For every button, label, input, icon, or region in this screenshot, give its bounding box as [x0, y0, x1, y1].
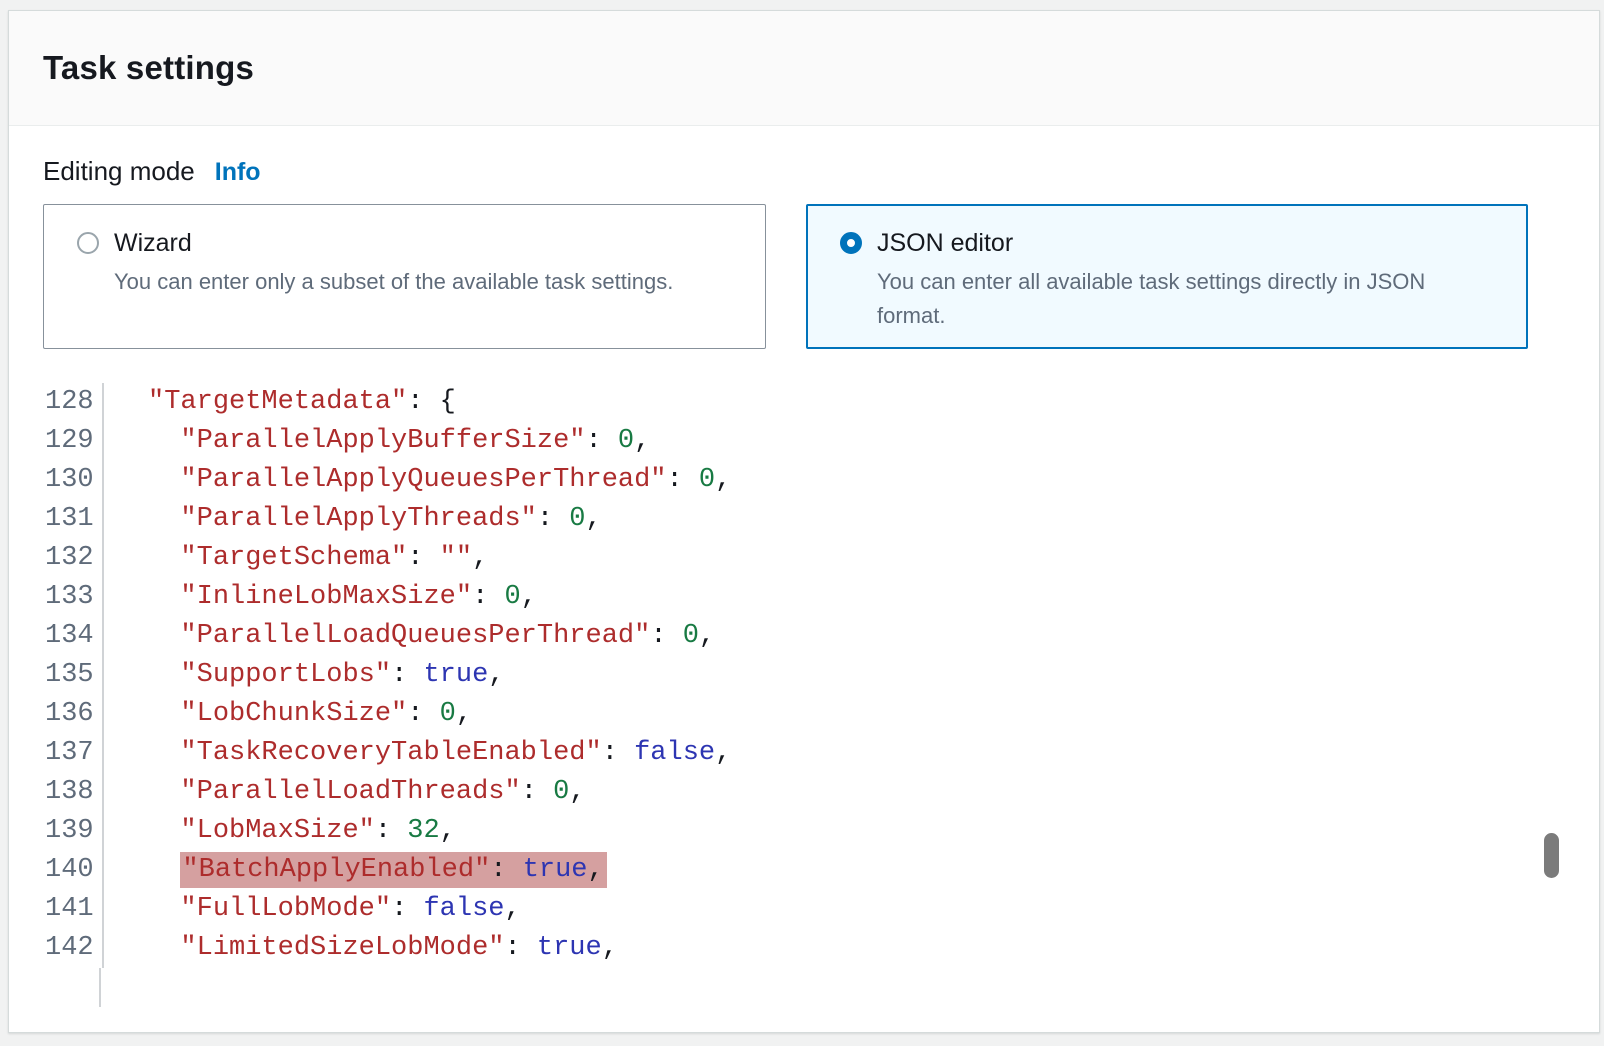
code-content: "InlineLobMaxSize": 0, [104, 578, 537, 617]
code-line[interactable]: 142 "LimitedSizeLobMode": true, [45, 929, 1599, 968]
wizard-radio[interactable] [77, 232, 99, 254]
code-content: "SupportLobs": true, [104, 656, 505, 695]
task-settings-panel: Task settings Editing mode Info Wizard Y… [8, 10, 1600, 1033]
code-line[interactable]: 131 "ParallelApplyThreads": 0, [45, 500, 1599, 539]
code-content [101, 968, 113, 1007]
code-content: "ParallelLoadThreads": 0, [104, 773, 586, 812]
code-content: "LobChunkSize": 0, [104, 695, 472, 734]
code-line[interactable]: 136 "LobChunkSize": 0, [45, 695, 1599, 734]
code-content: "FullLobMode": false, [104, 890, 521, 929]
code-content: "TaskRecoveryTableEnabled": false, [104, 734, 732, 773]
json-editor-label: JSON editor [877, 229, 1477, 258]
line-number: 140 [45, 851, 104, 890]
code-line[interactable]: 133 "InlineLobMaxSize": 0, [45, 578, 1599, 617]
line-number: 135 [45, 656, 104, 695]
code-content: "BatchApplyEnabled": true, [104, 851, 607, 890]
code-content: "ParallelApplyQueuesPerThread": 0, [104, 461, 732, 500]
line-number: 131 [45, 500, 104, 539]
tile-json-editor[interactable]: JSON editor You can enter all available … [806, 204, 1528, 349]
code-content: "ParallelApplyThreads": 0, [104, 500, 602, 539]
line-number: 136 [45, 695, 104, 734]
panel-header: Task settings [9, 11, 1599, 126]
json-editor-radio[interactable] [840, 232, 862, 254]
line-number: 128 [45, 383, 104, 422]
code-line[interactable]: 138 "ParallelLoadThreads": 0, [45, 773, 1599, 812]
code-line[interactable]: 134 "ParallelLoadQueuesPerThread": 0, [45, 617, 1599, 656]
code-line[interactable]: 128 "TargetMetadata": { [45, 383, 1599, 422]
code-lines: 128 "TargetMetadata": {129 "ParallelAppl… [45, 383, 1599, 1007]
editing-mode-tiles: Wizard You can enter only a subset of th… [43, 204, 1599, 349]
tile-wizard[interactable]: Wizard You can enter only a subset of th… [43, 204, 766, 349]
code-content: "LobMaxSize": 32, [104, 812, 456, 851]
line-number: 137 [45, 734, 104, 773]
line-number: 142 [45, 929, 104, 968]
code-line[interactable]: 135 "SupportLobs": true, [45, 656, 1599, 695]
panel-body: Editing mode Info Wizard You can enter o… [9, 126, 1599, 1007]
code-content: "TargetSchema": "", [104, 539, 489, 578]
line-number: 139 [45, 812, 104, 851]
code-line[interactable] [45, 968, 1599, 1007]
line-number: 134 [45, 617, 104, 656]
line-number: 132 [45, 539, 104, 578]
code-line[interactable]: 132 "TargetSchema": "", [45, 539, 1599, 578]
editing-mode-label: Editing mode [43, 156, 195, 187]
line-number: 138 [45, 773, 104, 812]
code-line[interactable]: 139 "LobMaxSize": 32, [45, 812, 1599, 851]
line-number: 141 [45, 890, 104, 929]
code-content: "TargetMetadata": { [104, 383, 456, 422]
code-content: "ParallelLoadQueuesPerThread": 0, [104, 617, 716, 656]
code-line[interactable]: 129 "ParallelApplyBufferSize": 0, [45, 422, 1599, 461]
line-number: 133 [45, 578, 104, 617]
code-line[interactable]: 141 "FullLobMode": false, [45, 890, 1599, 929]
info-link[interactable]: Info [215, 158, 261, 187]
line-number: 130 [45, 461, 104, 500]
code-line[interactable]: 140 "BatchApplyEnabled": true, [45, 851, 1599, 890]
page-title: Task settings [43, 49, 254, 87]
json-code-editor[interactable]: 128 "TargetMetadata": {129 "ParallelAppl… [45, 383, 1599, 1007]
line-number [45, 968, 101, 1007]
wizard-label: Wizard [114, 229, 673, 258]
line-number: 129 [45, 422, 104, 461]
editing-mode-row: Editing mode Info [43, 156, 1599, 187]
wizard-description: You can enter only a subset of the avail… [114, 265, 673, 299]
code-line[interactable]: 137 "TaskRecoveryTableEnabled": false, [45, 734, 1599, 773]
code-content: "LimitedSizeLobMode": true, [104, 929, 618, 968]
json-editor-description: You can enter all available task setting… [877, 265, 1477, 333]
code-content: "ParallelApplyBufferSize": 0, [104, 422, 651, 461]
vertical-scrollbar-thumb[interactable] [1544, 833, 1559, 878]
code-line[interactable]: 130 "ParallelApplyQueuesPerThread": 0, [45, 461, 1599, 500]
